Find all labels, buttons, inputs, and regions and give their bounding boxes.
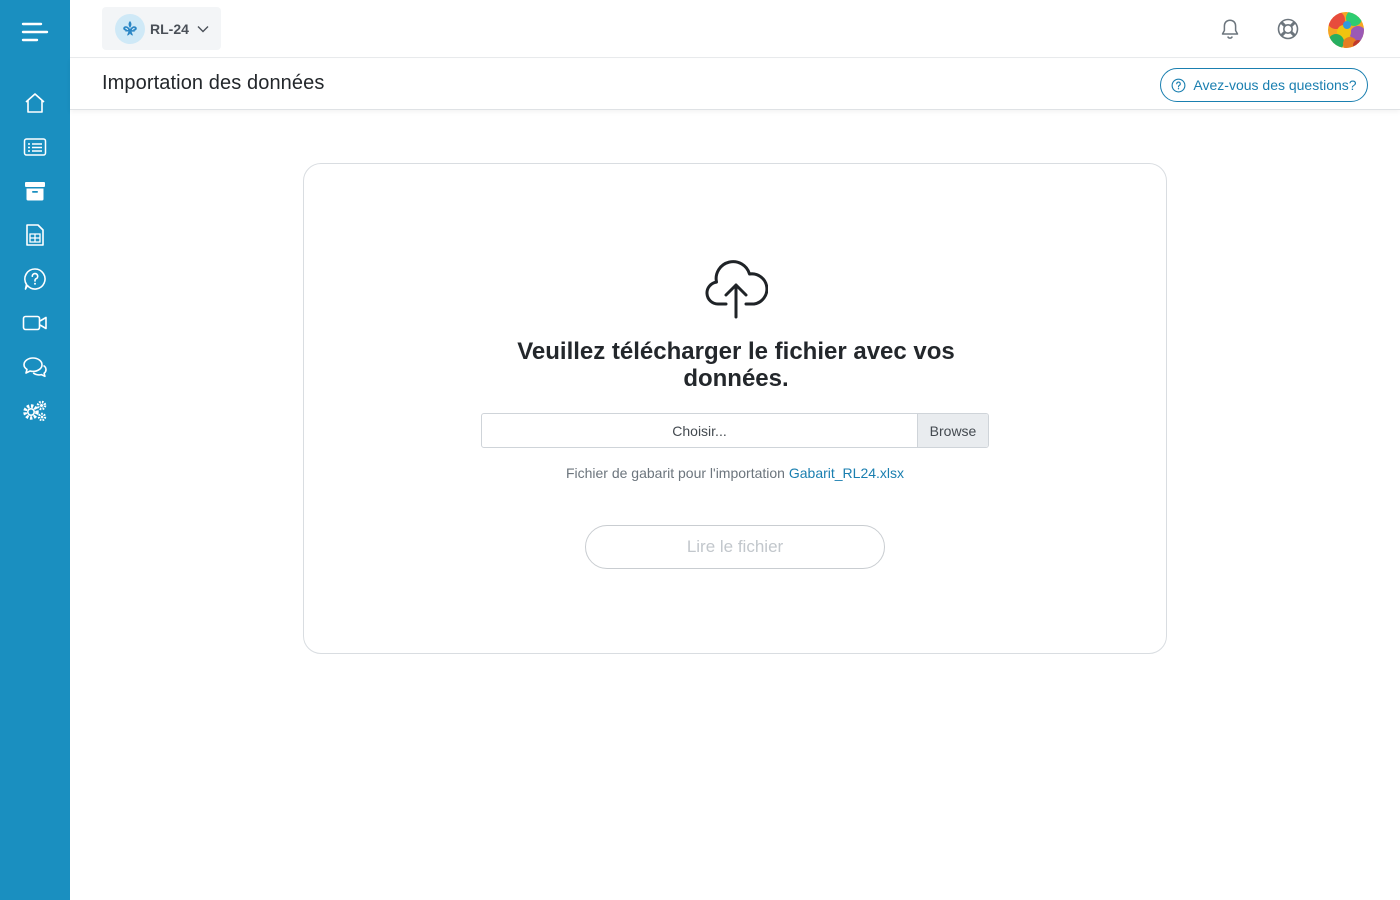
- question-circle-icon: [1171, 78, 1186, 92]
- form-selector[interactable]: RL-24: [102, 7, 221, 50]
- question-circle-icon: [24, 268, 46, 290]
- browse-button[interactable]: Browse: [917, 414, 988, 447]
- archive-icon: [25, 182, 45, 201]
- support-button[interactable]: [1276, 17, 1300, 41]
- sidebar: [0, 0, 70, 900]
- sidebar-item-archive[interactable]: [15, 173, 55, 209]
- template-info: Fichier de gabarit pour l'importation Ga…: [304, 465, 1166, 481]
- list-icon: [23, 138, 47, 156]
- chevron-down-icon: [197, 25, 209, 32]
- template-text: Fichier de gabarit pour l'importation: [565, 465, 785, 481]
- file-input-placeholder: Choisir...: [672, 422, 727, 439]
- upload-card: Veuillez télécharger le fichier avec vos…: [303, 163, 1167, 654]
- home-icon: [25, 93, 45, 113]
- chat-icon: [23, 357, 47, 378]
- upload-title: Veuillez télécharger le fichier avec vos…: [517, 338, 955, 392]
- sidebar-item-chat[interactable]: [15, 349, 55, 385]
- video-icon: [22, 315, 47, 331]
- user-avatar-image: [1328, 12, 1364, 48]
- fleur-de-lis-icon: [115, 13, 145, 44]
- avatar[interactable]: [1328, 12, 1364, 48]
- sidebar-item-list[interactable]: [15, 129, 55, 165]
- cloud-upload-icon: [705, 260, 768, 319]
- bell-icon: [1221, 19, 1239, 39]
- sidebar-item-settings[interactable]: [15, 393, 55, 429]
- sidebar-item-spreadsheet[interactable]: [15, 217, 55, 253]
- sidebar-item-help[interactable]: [15, 261, 55, 297]
- menu-icon: [21, 22, 49, 42]
- spreadsheet-icon: [26, 224, 44, 246]
- sidebar-item-video[interactable]: [15, 305, 55, 341]
- sidebar-item-home[interactable]: [15, 85, 55, 121]
- notifications-button[interactable]: [1218, 17, 1242, 41]
- page-header: Importation des données Avez-vous des qu…: [70, 59, 1400, 110]
- questions-button[interactable]: Avez-vous des questions?: [1160, 68, 1368, 102]
- read-file-button[interactable]: Lire le fichier: [585, 525, 885, 569]
- template-download-link[interactable]: Gabarit_RL24.xlsx: [789, 465, 904, 481]
- gears-icon: [23, 400, 47, 422]
- page-title: Importation des données: [102, 72, 325, 94]
- top-bar: RL-24: [70, 0, 1400, 58]
- lifebuoy-icon: [1277, 18, 1299, 40]
- menu-toggle-button[interactable]: [15, 14, 55, 50]
- questions-button-label: Avez-vous des questions?: [1193, 77, 1357, 93]
- form-selector-label: RL-24: [150, 20, 189, 37]
- file-input[interactable]: Choisir... Browse: [481, 413, 989, 448]
